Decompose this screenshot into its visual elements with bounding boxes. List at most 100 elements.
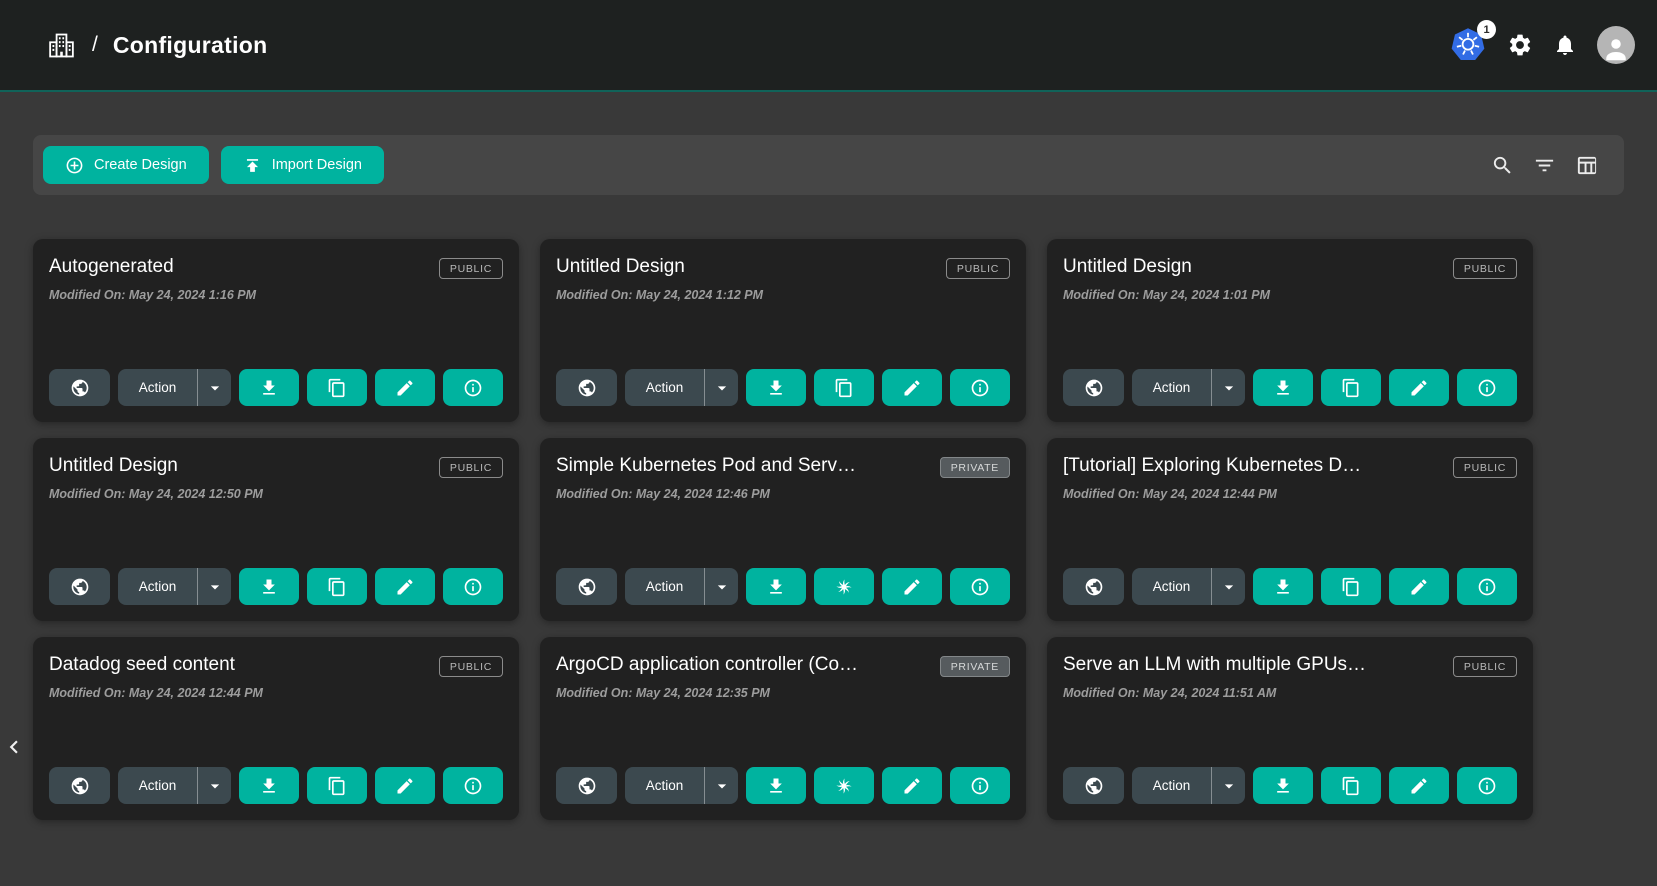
user-avatar[interactable] bbox=[1597, 26, 1635, 64]
action-button-label[interactable]: Action bbox=[118, 767, 197, 804]
search-icon[interactable] bbox=[1491, 154, 1514, 177]
action-button-label[interactable]: Action bbox=[118, 568, 197, 605]
edit-button[interactable] bbox=[375, 369, 435, 406]
action-split-button[interactable]: Action bbox=[625, 767, 738, 804]
info-button[interactable] bbox=[950, 568, 1010, 605]
chevron-down-icon[interactable] bbox=[705, 568, 738, 605]
chevron-down-icon[interactable] bbox=[705, 767, 738, 804]
action-split-button[interactable]: Action bbox=[118, 568, 231, 605]
visibility-globe-button[interactable] bbox=[49, 767, 110, 804]
edit-button[interactable] bbox=[1389, 767, 1449, 804]
action-button-label[interactable]: Action bbox=[625, 568, 704, 605]
chevron-down-icon[interactable] bbox=[198, 767, 231, 804]
action-split-button[interactable]: Action bbox=[625, 369, 738, 406]
table-view-icon[interactable] bbox=[1575, 154, 1598, 177]
clone-button[interactable] bbox=[1321, 767, 1381, 804]
chevron-down-icon[interactable] bbox=[1212, 767, 1245, 804]
design-title: Untitled Design bbox=[556, 256, 695, 278]
edit-button[interactable] bbox=[1389, 568, 1449, 605]
info-button[interactable] bbox=[1457, 369, 1517, 406]
action-button-label[interactable]: Action bbox=[1132, 568, 1211, 605]
action-split-button[interactable]: Action bbox=[1132, 369, 1245, 406]
download-button[interactable] bbox=[746, 369, 806, 406]
download-button[interactable] bbox=[239, 767, 299, 804]
action-button-label[interactable]: Action bbox=[1132, 767, 1211, 804]
action-button-label[interactable]: Action bbox=[118, 369, 197, 406]
download-button[interactable] bbox=[1253, 568, 1313, 605]
visibility-globe-button[interactable] bbox=[556, 568, 617, 605]
content-copy-icon bbox=[834, 378, 854, 398]
visibility-globe-button[interactable] bbox=[49, 568, 110, 605]
info-button[interactable] bbox=[950, 369, 1010, 406]
info-button[interactable] bbox=[1457, 767, 1517, 804]
info-button[interactable] bbox=[443, 568, 503, 605]
design-pinwheel-button[interactable] bbox=[814, 767, 874, 804]
action-split-button[interactable]: Action bbox=[1132, 568, 1245, 605]
chevron-down-icon[interactable] bbox=[198, 369, 231, 406]
visibility-badge: PUBLIC bbox=[439, 656, 503, 677]
visibility-globe-button[interactable] bbox=[1063, 767, 1124, 804]
edit-icon bbox=[1409, 378, 1429, 398]
modified-on: Modified On: May 24, 2024 12:50 PM bbox=[49, 487, 503, 501]
chevron-left-icon[interactable] bbox=[1, 734, 27, 765]
info-button[interactable] bbox=[443, 369, 503, 406]
design-card: Untitled Design PUBLIC Modified On: May … bbox=[1047, 239, 1533, 422]
action-button-label[interactable]: Action bbox=[1132, 369, 1211, 406]
content-copy-icon bbox=[327, 378, 347, 398]
action-button-label[interactable]: Action bbox=[625, 767, 704, 804]
chevron-down-icon[interactable] bbox=[1212, 369, 1245, 406]
edit-button[interactable] bbox=[375, 568, 435, 605]
clone-button[interactable] bbox=[1321, 369, 1381, 406]
modified-on: Modified On: May 24, 2024 12:44 PM bbox=[49, 686, 503, 700]
globe-icon bbox=[577, 776, 597, 796]
download-button[interactable] bbox=[239, 568, 299, 605]
modified-on: Modified On: May 24, 2024 12:35 PM bbox=[556, 686, 1010, 700]
kubernetes-context-button[interactable]: 1 bbox=[1450, 27, 1487, 63]
info-button[interactable] bbox=[950, 767, 1010, 804]
action-button-label[interactable]: Action bbox=[625, 369, 704, 406]
edit-button[interactable] bbox=[1389, 369, 1449, 406]
edit-button[interactable] bbox=[882, 767, 942, 804]
modified-on: Modified On: May 24, 2024 1:12 PM bbox=[556, 288, 1010, 302]
card-actions: Action bbox=[1063, 568, 1517, 605]
chevron-down-icon[interactable] bbox=[1212, 568, 1245, 605]
edit-button[interactable] bbox=[375, 767, 435, 804]
import-design-button[interactable]: Import Design bbox=[221, 146, 384, 184]
action-split-button[interactable]: Action bbox=[1132, 767, 1245, 804]
edit-icon bbox=[902, 378, 922, 398]
clone-button[interactable] bbox=[307, 568, 367, 605]
design-pinwheel-button[interactable] bbox=[814, 568, 874, 605]
download-button[interactable] bbox=[239, 369, 299, 406]
edit-button[interactable] bbox=[882, 369, 942, 406]
create-design-button[interactable]: Create Design bbox=[43, 146, 209, 184]
visibility-globe-button[interactable] bbox=[1063, 568, 1124, 605]
download-button[interactable] bbox=[1253, 767, 1313, 804]
download-button[interactable] bbox=[746, 767, 806, 804]
download-button[interactable] bbox=[1253, 369, 1313, 406]
visibility-globe-button[interactable] bbox=[49, 369, 110, 406]
download-icon bbox=[1273, 776, 1293, 796]
visibility-globe-button[interactable] bbox=[1063, 369, 1124, 406]
action-split-button[interactable]: Action bbox=[118, 369, 231, 406]
clone-button[interactable] bbox=[307, 767, 367, 804]
visibility-globe-button[interactable] bbox=[556, 767, 617, 804]
filter-icon[interactable] bbox=[1533, 154, 1556, 177]
clone-button[interactable] bbox=[814, 369, 874, 406]
gear-icon[interactable] bbox=[1507, 32, 1533, 58]
clone-button[interactable] bbox=[1321, 568, 1381, 605]
chevron-down-icon[interactable] bbox=[198, 568, 231, 605]
visibility-globe-button[interactable] bbox=[556, 369, 617, 406]
download-button[interactable] bbox=[746, 568, 806, 605]
info-button[interactable] bbox=[443, 767, 503, 804]
action-split-button[interactable]: Action bbox=[625, 568, 738, 605]
edit-button[interactable] bbox=[882, 568, 942, 605]
download-icon bbox=[766, 776, 786, 796]
bell-icon[interactable] bbox=[1553, 33, 1577, 57]
info-icon bbox=[970, 776, 990, 796]
action-split-button[interactable]: Action bbox=[118, 767, 231, 804]
info-button[interactable] bbox=[1457, 568, 1517, 605]
visibility-badge: PUBLIC bbox=[946, 258, 1010, 279]
design-card: Simple Kubernetes Pod and Serv… PRIVATE … bbox=[540, 438, 1026, 621]
clone-button[interactable] bbox=[307, 369, 367, 406]
chevron-down-icon[interactable] bbox=[705, 369, 738, 406]
